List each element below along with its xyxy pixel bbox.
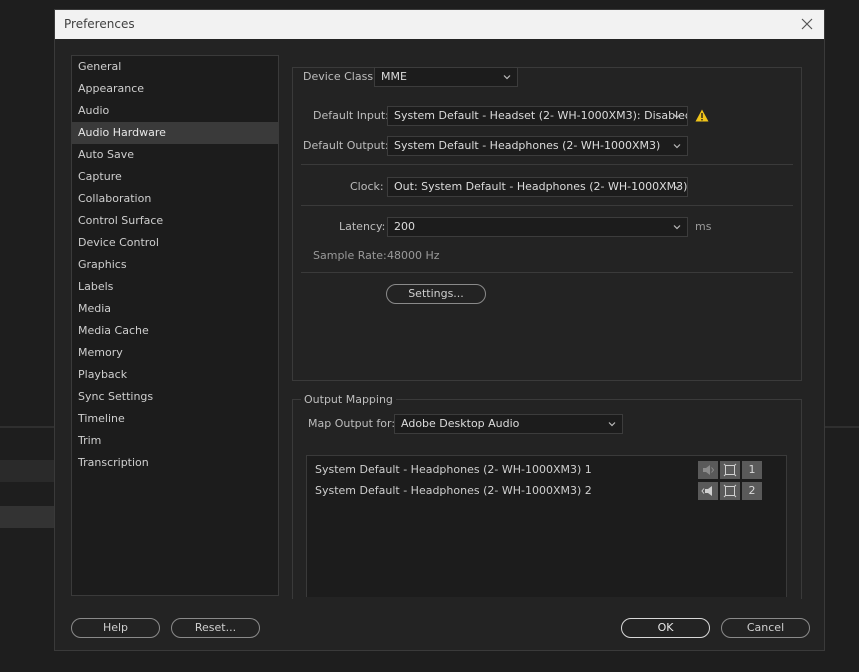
sample-rate-label: Sample Rate: xyxy=(313,249,387,262)
background-track xyxy=(0,460,54,482)
channel-number[interactable]: 1 xyxy=(742,461,762,479)
output-mapping-row[interactable]: System Default - Headphones (2- WH-1000X… xyxy=(315,481,592,501)
sidebar-item-sync-settings[interactable]: Sync Settings xyxy=(72,386,278,408)
latency-value: 200 xyxy=(394,220,415,233)
default-output-dropdown[interactable]: System Default - Headphones (2- WH-1000X… xyxy=(387,136,688,156)
cancel-button[interactable]: Cancel xyxy=(721,618,810,638)
sidebar-item-playback[interactable]: Playback xyxy=(72,364,278,386)
sidebar-item-general[interactable]: General xyxy=(72,56,278,78)
clock-label: Clock: xyxy=(350,180,384,193)
chevron-down-icon xyxy=(503,75,511,80)
dialog-title: Preferences xyxy=(64,17,135,31)
speaker-right-icon[interactable] xyxy=(698,482,718,500)
map-output-dropdown[interactable]: Adobe Desktop Audio xyxy=(394,414,623,434)
separator xyxy=(301,164,793,165)
help-button[interactable]: Help xyxy=(71,618,160,638)
warning-icon xyxy=(695,109,709,122)
sidebar-item-memory[interactable]: Memory xyxy=(72,342,278,364)
map-output-value: Adobe Desktop Audio xyxy=(401,417,520,430)
background-divider xyxy=(0,426,54,428)
default-output-label: Default Output: xyxy=(303,139,389,152)
sidebar-item-labels[interactable]: Labels xyxy=(72,276,278,298)
latency-label: Latency: xyxy=(339,220,386,233)
sidebar-item-capture[interactable]: Capture xyxy=(72,166,278,188)
title-bar: Preferences xyxy=(55,10,824,39)
output-mapping-title: Output Mapping xyxy=(301,393,396,406)
sidebar-item-device-control[interactable]: Device Control xyxy=(72,232,278,254)
sample-rate-value: 48000 Hz xyxy=(387,249,440,262)
ok-button[interactable]: OK xyxy=(621,618,710,638)
separator xyxy=(301,205,793,206)
device-class-label: Device Class: xyxy=(303,70,377,83)
chevron-down-icon xyxy=(673,185,681,190)
map-output-label: Map Output for: xyxy=(308,417,396,430)
latency-unit: ms xyxy=(695,220,712,233)
sidebar-item-appearance[interactable]: Appearance xyxy=(72,78,278,100)
output-mapping-row[interactable]: System Default - Headphones (2- WH-1000X… xyxy=(315,460,592,480)
background-divider xyxy=(825,426,859,428)
sidebar-item-media-cache[interactable]: Media Cache xyxy=(72,320,278,342)
sidebar-item-trim[interactable]: Trim xyxy=(72,430,278,452)
separator xyxy=(301,272,793,273)
sidebar-item-control-surface[interactable]: Control Surface xyxy=(72,210,278,232)
latency-dropdown[interactable]: 200 xyxy=(387,217,688,237)
frame-icon[interactable] xyxy=(720,461,740,479)
sidebar-item-auto-save[interactable]: Auto Save xyxy=(72,144,278,166)
channel-number[interactable]: 2 xyxy=(742,482,762,500)
output-mapping-list: System Default - Headphones (2- WH-1000X… xyxy=(306,455,787,597)
chevron-down-icon xyxy=(673,114,681,119)
preferences-dialog: Preferences General Appearance Audio Audio … xyxy=(54,9,825,651)
default-input-label: Default Input: xyxy=(313,109,389,122)
default-input-dropdown[interactable]: System Default - Headset (2- WH-1000XM3)… xyxy=(387,106,688,126)
sidebar-item-transcription[interactable]: Transcription xyxy=(72,452,278,474)
output-channel-label: System Default - Headphones (2- WH-1000X… xyxy=(315,484,592,497)
settings-button[interactable]: Settings... xyxy=(386,284,486,304)
preferences-sidebar: General Appearance Audio Audio Hardware Auto… xyxy=(71,55,279,596)
sidebar-item-collaboration[interactable]: Collaboration xyxy=(72,188,278,210)
output-channel-label: System Default - Headphones (2- WH-1000X… xyxy=(315,463,592,476)
sidebar-item-graphics[interactable]: Graphics xyxy=(72,254,278,276)
device-class-dropdown[interactable]: MME xyxy=(374,67,518,87)
background-track xyxy=(0,506,54,528)
chevron-down-icon xyxy=(673,144,681,149)
device-class-value: MME xyxy=(381,70,407,83)
close-icon[interactable] xyxy=(798,15,816,33)
sidebar-item-media[interactable]: Media xyxy=(72,298,278,320)
default-input-value: System Default - Headset (2- WH-1000XM3)… xyxy=(394,109,688,122)
clock-value: Out: System Default - Headphones (2- WH-… xyxy=(394,180,688,193)
sidebar-item-audio[interactable]: Audio xyxy=(72,100,278,122)
chevron-down-icon xyxy=(608,422,616,427)
frame-icon[interactable] xyxy=(720,482,740,500)
sidebar-item-timeline[interactable]: Timeline xyxy=(72,408,278,430)
reset-button[interactable]: Reset... xyxy=(171,618,260,638)
speaker-left-icon[interactable] xyxy=(698,461,718,479)
clock-dropdown[interactable]: Out: System Default - Headphones (2- WH-… xyxy=(387,177,688,197)
sidebar-item-audio-hardware[interactable]: Audio Hardware xyxy=(72,122,278,144)
default-output-value: System Default - Headphones (2- WH-1000X… xyxy=(394,139,661,152)
chevron-down-icon xyxy=(673,225,681,230)
